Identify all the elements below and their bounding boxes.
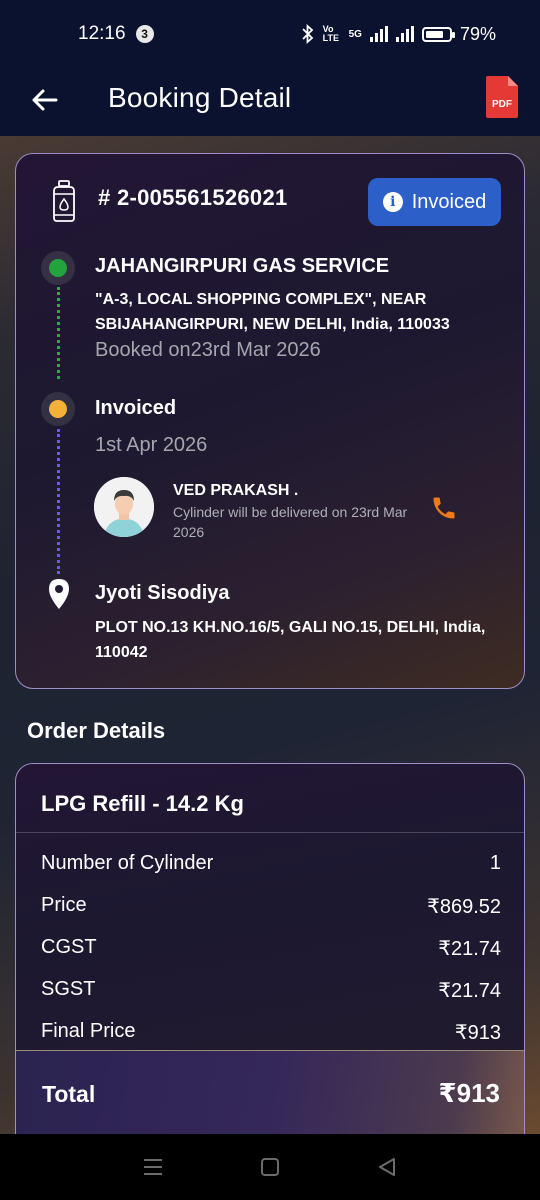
distributor-name: JAHANGIRPURI GAS SERVICE (95, 255, 390, 277)
status-badge-label: Invoiced (411, 190, 487, 213)
delivery-person-avatar-icon (94, 477, 154, 537)
product-title: LPG Refill - 14.2 Kg (41, 791, 244, 816)
location-pin-icon (49, 579, 69, 609)
app-bar: Booking Detail PDF (0, 68, 540, 136)
status-right: Vo LTE 5G 79% (301, 24, 496, 45)
status-badge[interactable]: i Invoiced (368, 178, 501, 226)
total-bar: Total ₹913 (16, 1050, 524, 1134)
order-row-label: CGST (41, 936, 97, 958)
home-button[interactable] (250, 1147, 290, 1187)
volte-label: Vo LTE (322, 24, 339, 43)
signal-icon (369, 26, 388, 42)
page-title: Booking Detail (108, 82, 292, 113)
order-row-label: Price (41, 894, 87, 916)
order-row-price: Price ₹869.52 (41, 894, 501, 919)
invoice-dot-icon (41, 392, 75, 426)
order-details-card: LPG Refill - 14.2 Kg Number of Cylinder … (15, 763, 525, 1134)
bluetooth-icon (301, 24, 313, 44)
order-row-cylinders: Number of Cylinder 1 (41, 852, 501, 875)
content-area[interactable]: # 2-005561526021 i Invoiced JAHANGIRPURI… (0, 136, 540, 1134)
distributor-address: "A-3, LOCAL SHOPPING COMPLEX", NEAR SBIJ… (95, 291, 450, 333)
customer-name: Jyoti Sisodiya (95, 582, 230, 604)
pdf-icon: PDF (486, 76, 518, 118)
arrow-left-icon (32, 89, 58, 111)
battery-percent: 79% (459, 23, 496, 44)
booking-card: # 2-005561526021 i Invoiced JAHANGIRPURI… (15, 153, 525, 689)
timeline-line-green (57, 287, 60, 379)
timeline-line-purple (57, 429, 60, 574)
back-nav-button[interactable] (367, 1147, 407, 1187)
distributor-dot-icon (41, 251, 75, 285)
order-row-value: ₹913 (454, 1022, 501, 1044)
total-label: Total (42, 1081, 96, 1107)
booking-number: # 2-005561526021 (98, 185, 288, 210)
total-value: ₹913 (438, 1078, 500, 1108)
back-triangle-icon (378, 1158, 395, 1176)
signal-2-icon (395, 26, 414, 42)
invoice-label: Invoiced (95, 397, 177, 419)
recents-button[interactable] (133, 1147, 173, 1187)
menu-lines-icon (144, 1159, 163, 1175)
order-row-cgst: CGST ₹21.74 (41, 936, 501, 961)
call-button[interactable] (430, 494, 458, 522)
status-left: 12:16 3 (78, 23, 154, 45)
order-row-value: 1 (489, 852, 501, 874)
battery-icon (421, 26, 455, 42)
order-row-label: Final Price (41, 1020, 136, 1042)
status-time: 12:16 (78, 23, 126, 44)
order-row-value: ₹869.52 (427, 896, 501, 918)
booked-on-date: Booked on23rd Mar 2026 (95, 339, 321, 361)
info-icon: i (382, 192, 403, 212)
divider (16, 832, 524, 833)
order-row-value: ₹21.74 (438, 938, 501, 960)
invoice-date: 1st Apr 2026 (95, 434, 208, 456)
customer-address: PLOT NO.13 KH.NO.16/5, GALI NO.15, DELHI… (95, 619, 486, 661)
delivery-person-name: VED PRAKASH . (173, 482, 299, 499)
network-5g-label: 5G (348, 28, 362, 40)
gas-cylinder-icon (53, 180, 75, 222)
delivery-note: Cylinder will be delivered on 23rd Mar 2… (173, 504, 408, 540)
order-row-final-price: Final Price ₹913 (41, 1020, 501, 1045)
order-row-value: ₹21.74 (438, 980, 501, 1002)
order-row-sgst: SGST ₹21.74 (41, 978, 501, 1003)
phone-icon (433, 497, 455, 519)
avatar (94, 477, 154, 537)
system-nav-bar (0, 1134, 540, 1200)
pdf-label: PDF (492, 99, 512, 110)
order-row-label: Number of Cylinder (41, 852, 214, 874)
order-details-title: Order Details (27, 718, 166, 743)
notification-badge: 3 (135, 25, 154, 43)
home-square-icon (260, 1158, 279, 1176)
status-bar: 12:16 3 Vo LTE 5G 79% (0, 0, 540, 68)
pdf-download-button[interactable]: PDF (484, 74, 520, 120)
order-row-label: SGST (41, 978, 96, 1000)
battery-fill (425, 30, 444, 38)
back-button[interactable] (26, 82, 62, 118)
